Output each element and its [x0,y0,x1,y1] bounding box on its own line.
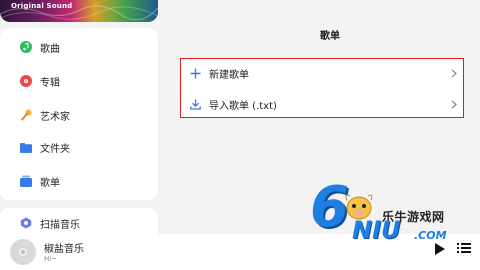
sidebar-item-label: 专辑 [40,77,60,89]
watermark-suffix: .COM [414,229,447,242]
sidebar-item-songs[interactable]: 歌曲 [0,34,158,60]
page-title: 歌单 [320,31,340,42]
album-disc-icon [20,75,32,87]
album-cover[interactable] [10,239,36,265]
now-playing-banner[interactable]: Original Sound [0,0,158,22]
scan-icon [20,217,32,229]
new-playlist-row[interactable]: 新建歌单 [181,59,462,87]
plus-icon [190,68,201,78]
sidebar-item-artists[interactable]: 艺术家 [0,102,158,128]
scan-music-label: 扫描音乐 [40,219,80,231]
sidebar-item-label: 艺术家 [40,111,70,123]
watermark-brand: NIU [352,216,401,244]
sidebar-item-folders[interactable]: 文件夹 [0,134,158,160]
chevron-right-icon [451,69,457,77]
music-note-icon [20,41,32,53]
now-playing-title: 椒盐音乐 [44,244,84,255]
download-icon [190,99,201,110]
play-icon[interactable] [434,242,446,256]
queue-list-icon[interactable] [457,241,471,255]
now-playing-subtitle: Hi~ [44,255,58,263]
sidebar-item-albums[interactable]: 专辑 [0,68,158,94]
sidebar-item-label: 文件夹 [40,143,70,155]
sidebar-item-label: 歌单 [40,177,60,189]
mini-player[interactable]: 椒盐音乐 Hi~ [0,234,480,270]
scan-music-button[interactable]: 扫描音乐 [0,210,158,236]
sidebar-nav: 歌曲 专辑 艺术家 文件夹 歌单 [0,28,158,200]
microphone-icon [20,109,32,121]
new-playlist-label: 新建歌单 [209,69,249,81]
playlist-icon [20,175,32,187]
sidebar-item-label: 歌曲 [40,43,60,55]
sidebar-item-playlists[interactable]: 歌单 [0,168,158,194]
scan-music-card: 扫描音乐 [0,208,158,236]
banner-caption: Original Sound [11,2,73,10]
import-playlist-label: 导入歌单 (.txt) [209,100,277,112]
chevron-right-icon [451,100,457,108]
folder-icon [20,141,32,153]
playlist-actions-list: 新建歌单 导入歌单 (.txt) [180,58,464,118]
import-playlist-row[interactable]: 导入歌单 (.txt) [181,90,462,118]
